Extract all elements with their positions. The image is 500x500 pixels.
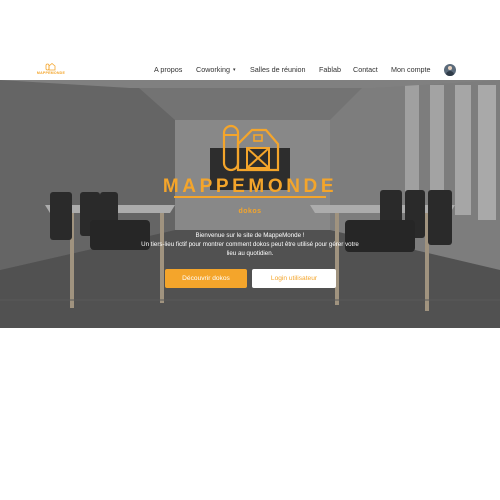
logo-text: MAPPEMONDE — [36, 71, 66, 75]
brand-subtitle: dokos — [238, 208, 262, 215]
nav-label: Coworking — [196, 65, 230, 74]
top-blank-area — [0, 0, 500, 60]
hero-description-line: lieu au quotidien. — [226, 250, 274, 257]
user-avatar[interactable] — [444, 64, 456, 76]
hero-welcome-text: Bienvenue sur le site de MappeMonde ! — [195, 232, 305, 239]
avatar-body — [446, 71, 454, 76]
hero-section: MAPPEMONDE dokos Bienvenue sur le site d… — [0, 80, 500, 328]
nav-coworking[interactable]: Coworking ▾ — [196, 65, 235, 74]
hero-description-line: Un tiers-lieu fictif pour montrer commen… — [141, 241, 359, 248]
brand-underline — [174, 196, 326, 198]
site-logo[interactable]: MAPPEMONDE — [33, 62, 69, 78]
top-navbar: MAPPEMONDE A propos Coworking ▾ Salles de… — [0, 60, 500, 80]
chevron-down-icon: ▾ — [232, 67, 236, 73]
avatar-head — [448, 66, 452, 70]
user-login-button[interactable]: Login utilisateur — [252, 269, 336, 288]
nav-label: Mon compte — [391, 65, 431, 74]
brand-title: MAPPEMONDE — [162, 176, 338, 197]
nav-a-propos[interactable]: A propos — [154, 65, 182, 74]
nav-label: A propos — [154, 65, 183, 74]
nav-label: Salles de réunion — [250, 65, 306, 74]
nav-contact[interactable]: Contact — [353, 65, 378, 74]
barn-logo-icon — [45, 62, 56, 71]
nav-mon-compte[interactable]: Mon compte — [391, 65, 431, 74]
nav-label: Contact — [353, 65, 378, 74]
discover-dokos-button[interactable]: Découvrir dokos — [165, 269, 247, 288]
nav-fablab[interactable]: Fablab — [319, 65, 341, 74]
nav-label: Fablab — [319, 65, 341, 74]
barn-logo-icon — [222, 124, 280, 172]
nav-salles-de-reunion[interactable]: Salles de réunion — [250, 65, 306, 74]
hero-overlay — [0, 80, 500, 328]
